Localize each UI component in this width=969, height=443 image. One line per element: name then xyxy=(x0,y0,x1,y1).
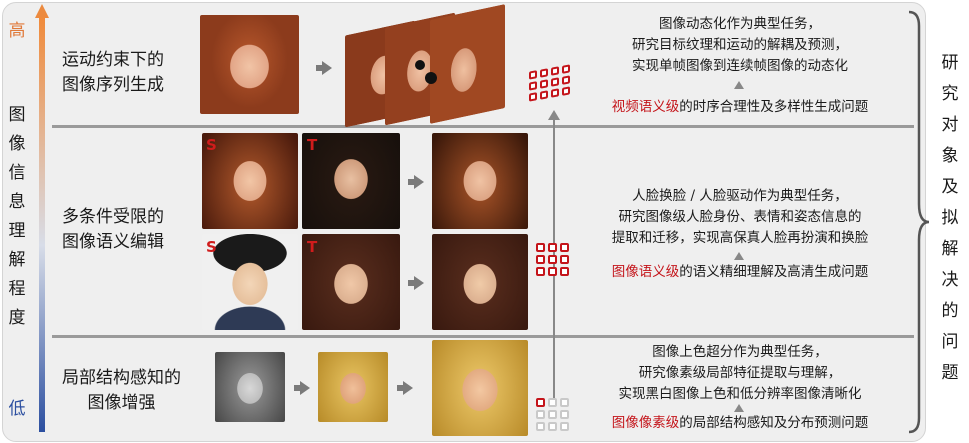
row2-result-face-1 xyxy=(432,133,528,229)
row3-task-description: 图像上色超分作为典型任务， 研究像素级局部特征提取与理解， 实现黑白图像上色和低分辨… xyxy=(618,344,862,402)
up-arrow-icon xyxy=(734,81,744,89)
axis-label-char: 信 xyxy=(8,163,26,183)
right-label-char: 象 xyxy=(941,146,959,166)
up-arrow-icon xyxy=(734,252,744,260)
row1-motion-dots-icon xyxy=(415,60,437,84)
target-label: T xyxy=(307,136,318,154)
arrow-right-icon xyxy=(294,381,310,395)
axis-high-label: 高 xyxy=(8,21,26,41)
arrow-right-icon xyxy=(397,381,413,395)
row2-task-description: 人脸换脸 / 人脸驱动作为典型任务， 研究图像级人脸身份、表情和姿态信息的 提取和迁… xyxy=(611,188,869,246)
right-label-char: 问 xyxy=(941,332,959,352)
up-arrow-icon xyxy=(734,404,744,412)
right-label-char: 研 xyxy=(941,53,959,73)
row2-result-face-2 xyxy=(432,234,528,330)
row3-grayscale-input-image xyxy=(215,352,285,422)
right-label-char: 题 xyxy=(941,363,959,383)
row3-super-resolved-image xyxy=(432,340,528,436)
source-label: S xyxy=(206,136,217,154)
row3-problem: 图像像素级的局部结构感知及分布预测问题 xyxy=(611,415,869,431)
axis-label-char: 像 xyxy=(8,134,26,154)
source-label: S xyxy=(206,238,217,256)
right-label-char: 对 xyxy=(941,115,959,135)
row3-colorized-image xyxy=(318,352,388,422)
right-label-char: 决 xyxy=(941,270,959,290)
pixel-grid-icon-semantic xyxy=(536,243,569,276)
row-divider-2 xyxy=(52,335,914,338)
right-label-char: 的 xyxy=(941,301,959,321)
right-label-char: 拟 xyxy=(941,208,959,228)
target-label: T xyxy=(307,238,318,256)
right-label-char: 解 xyxy=(941,239,959,259)
axis-label-char: 程 xyxy=(8,279,26,299)
brace-icon xyxy=(908,10,930,434)
row-divider-1 xyxy=(52,125,914,128)
right-label-char: 究 xyxy=(941,84,959,104)
axis-label-char: 图 xyxy=(8,105,26,125)
axis-low-label: 低 xyxy=(8,399,26,419)
arrow-right-icon xyxy=(316,61,332,75)
row1-frame-3 xyxy=(430,4,505,124)
axis-arrow-head-icon xyxy=(35,4,49,18)
up-arrow-icon xyxy=(548,110,560,120)
row2-title: 多条件受限的 图像语义编辑 xyxy=(62,207,164,252)
row3-title: 局部结构感知的 图像增强 xyxy=(62,368,181,413)
row2-problem: 图像语义级的语义精细理解及高清生成问题 xyxy=(611,264,869,280)
right-label-char: 及 xyxy=(941,177,959,197)
figure: 高 图像信息理解程度 低 运动约束下的 图像序列生成 多条件受限的 图像语义编辑 局… xyxy=(0,0,969,443)
arrow-right-icon xyxy=(408,276,424,290)
row1-task-description: 图像动态化作为典型任务， 研究目标纹理和运动的解耦及预测， 实现单帧图像到连续帧图像… xyxy=(632,16,848,74)
axis-label-char: 理 xyxy=(8,221,26,241)
axis-gradient-arrow xyxy=(35,4,49,434)
arrow-right-icon xyxy=(408,175,424,189)
row1-input-face-image xyxy=(200,15,299,114)
axis-label-char: 息 xyxy=(8,192,26,212)
row1-title: 运动约束下的 图像序列生成 xyxy=(62,50,164,95)
axis-label-char: 度 xyxy=(8,308,26,328)
axis-label-char: 解 xyxy=(8,250,26,270)
row1-problem: 视频语义级的时序合理性及多样性生成问题 xyxy=(611,99,869,115)
pixel-grid-icon-pixel xyxy=(536,398,569,431)
